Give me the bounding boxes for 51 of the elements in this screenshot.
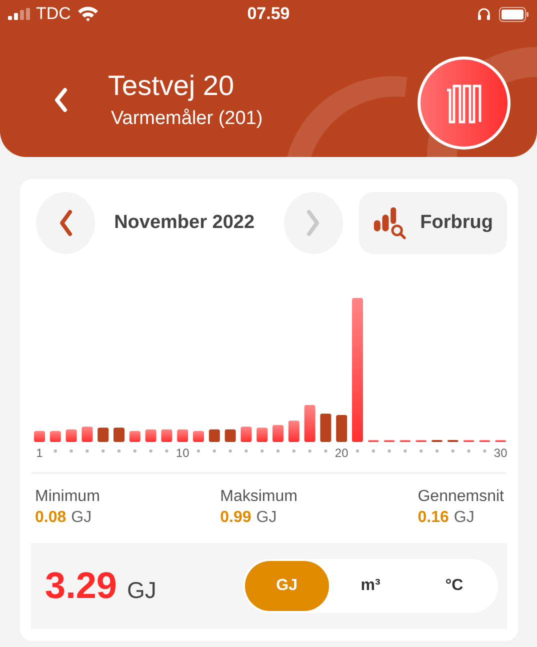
chart-bar (50, 431, 61, 442)
stat-unit: GJ (454, 509, 474, 527)
chart-bar (161, 429, 172, 442)
chart-bar (304, 405, 316, 442)
stat-value: 0.99 (220, 509, 252, 527)
month-label: November 2022 (114, 212, 256, 234)
stat-label: Gennemsnit (418, 488, 504, 506)
battery-icon (498, 6, 529, 22)
axis-label: 20 (334, 446, 348, 460)
axis-label: 1 (36, 446, 43, 460)
chart-bar (320, 414, 332, 442)
chart-bar (256, 428, 268, 442)
stat-value: 0.16 (418, 509, 449, 527)
chart-bar (82, 426, 93, 442)
chart-bar (114, 428, 124, 442)
chart-bar (177, 429, 188, 442)
headphones-icon (476, 7, 491, 21)
meter-subtitle: Varmemåler (201) (111, 108, 264, 130)
chevron-right-icon (305, 209, 322, 237)
chart-bar (145, 429, 156, 442)
total-unit: GJ (127, 577, 156, 604)
unit-tab[interactable]: m³ (328, 561, 412, 611)
chart-bar (224, 429, 236, 442)
signal-icon (8, 8, 30, 20)
stat-unit: GJ (256, 509, 277, 527)
chevron-left-icon (54, 87, 68, 113)
axis-label: 10 (176, 446, 190, 460)
chart-bar (129, 431, 140, 442)
chart-bar (34, 431, 45, 442)
chart-bar (66, 429, 77, 442)
chart-bar (288, 420, 300, 442)
chart-bar (98, 428, 109, 442)
address-title: Testvej 20 (108, 70, 236, 102)
clock-time: 07.59 (247, 4, 290, 24)
total-value: 3.29 (45, 565, 118, 607)
chart-bar (272, 425, 284, 442)
chart-bar (240, 426, 252, 442)
chart-bar (208, 429, 220, 442)
stat-label: Minimum (35, 488, 100, 506)
consumption-button[interactable]: Forbrug (358, 192, 507, 254)
wifi-icon (76, 6, 99, 22)
carrier-name: TDC (36, 4, 71, 24)
stat-label: Maksimum (220, 488, 298, 506)
chart-bar (336, 415, 348, 442)
stat-unit: GJ (71, 509, 92, 527)
radiator-icon (417, 56, 511, 150)
chevron-left-icon (58, 209, 74, 237)
axis-label: 30 (494, 446, 508, 460)
chart-bar (193, 431, 204, 442)
unit-tab[interactable]: °C (412, 561, 496, 611)
stat-value: 0.08 (35, 509, 66, 527)
